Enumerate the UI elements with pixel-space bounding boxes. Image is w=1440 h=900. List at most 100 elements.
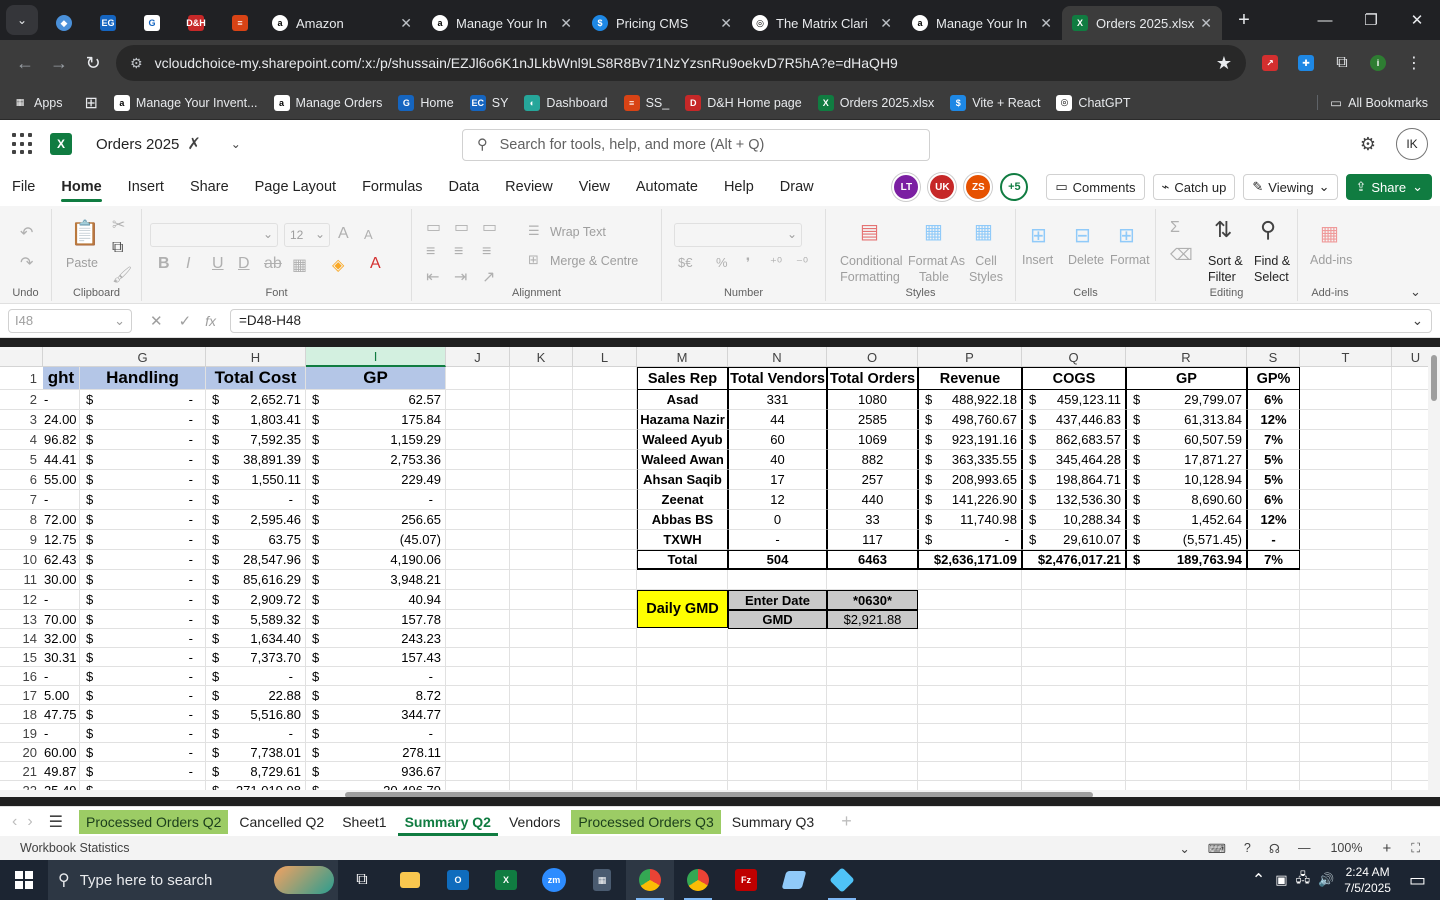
sensitivity-icon[interactable]: ✗ bbox=[187, 134, 200, 154]
ribbon-tab-view[interactable]: View bbox=[579, 168, 610, 206]
ribbon-tab-draw[interactable]: Draw bbox=[780, 168, 814, 206]
empty-cell[interactable] bbox=[446, 367, 510, 390]
currency-icon[interactable]: $€ bbox=[678, 255, 692, 270]
all-sheets-icon[interactable]: ☰ bbox=[49, 812, 63, 832]
table-cell[interactable]: -$ bbox=[80, 530, 206, 550]
empty-cell[interactable] bbox=[573, 570, 637, 590]
format-as-table-icon[interactable]: ▦ bbox=[924, 219, 943, 244]
empty-cell[interactable] bbox=[446, 610, 510, 629]
empty-cell[interactable] bbox=[510, 470, 573, 490]
omnibox[interactable]: ⚙ vcloudchoice-my.sharepoint.com/:x:/p/s… bbox=[116, 45, 1246, 81]
empty-cell[interactable] bbox=[1247, 570, 1300, 590]
summary-cell[interactable]: 7% bbox=[1247, 430, 1300, 450]
empty-cell[interactable] bbox=[573, 686, 637, 705]
next-sheet-icon[interactable]: › bbox=[27, 813, 32, 831]
table-cell[interactable]: -$ bbox=[306, 667, 446, 686]
new-tab-button[interactable]: + bbox=[1228, 5, 1260, 35]
feedback-icon[interactable]: ☊ bbox=[1269, 841, 1280, 856]
empty-cell[interactable] bbox=[918, 590, 1022, 610]
column-header[interactable]: M bbox=[637, 347, 728, 367]
borders-icon[interactable]: ▦ bbox=[292, 255, 307, 275]
empty-cell[interactable] bbox=[573, 705, 637, 724]
empty-cell[interactable] bbox=[728, 743, 827, 762]
format-cells-button[interactable]: Format bbox=[1110, 253, 1150, 267]
font-family-select[interactable]: ⌄ bbox=[150, 223, 278, 247]
summary-cell[interactable]: Asad bbox=[637, 390, 728, 410]
summary-cell[interactable]: 40 bbox=[728, 450, 827, 470]
summary-total-cell[interactable]: 6463 bbox=[827, 550, 918, 570]
empty-cell[interactable] bbox=[827, 686, 918, 705]
empty-cell[interactable] bbox=[1300, 667, 1392, 686]
empty-cell[interactable] bbox=[1126, 686, 1247, 705]
empty-cell[interactable] bbox=[573, 390, 637, 410]
empty-cell[interactable] bbox=[728, 667, 827, 686]
table-cell[interactable]: 8,729.61 $ bbox=[206, 762, 306, 781]
empty-cell[interactable] bbox=[446, 430, 510, 450]
table-cell[interactable]: 1,634.40 $ bbox=[206, 629, 306, 648]
empty-cell[interactable] bbox=[637, 667, 728, 686]
empty-cell[interactable] bbox=[573, 648, 637, 667]
pinned-tab[interactable]: D&H bbox=[174, 6, 218, 40]
table-cell[interactable]: (45.07) $ bbox=[306, 530, 446, 550]
empty-cell[interactable] bbox=[510, 450, 573, 470]
bookmark-item[interactable]: ◎ ChatGPT bbox=[1056, 94, 1131, 111]
site-info-icon[interactable]: ⚙ bbox=[130, 55, 143, 72]
empty-cell[interactable] bbox=[827, 667, 918, 686]
summary-cell[interactable]: - bbox=[728, 530, 827, 550]
column-header[interactable]: N bbox=[728, 347, 827, 367]
empty-cell[interactable] bbox=[1022, 648, 1126, 667]
close-tab-icon[interactable]: ✕ bbox=[720, 15, 732, 32]
summary-cell[interactable]: 1080 bbox=[827, 390, 918, 410]
browser-tab[interactable]: X Orders 2025.xlsx ✕ bbox=[1062, 6, 1222, 40]
table-cell[interactable]: 157.78 $ bbox=[306, 610, 446, 629]
empty-cell[interactable] bbox=[1022, 629, 1126, 648]
table-cell[interactable]: 256.65 $ bbox=[306, 510, 446, 530]
row-header[interactable]: 17 bbox=[0, 686, 43, 705]
row-header[interactable]: 15 bbox=[0, 648, 43, 667]
name-box[interactable]: I48 ⌄ bbox=[8, 308, 132, 333]
empty-cell[interactable] bbox=[1022, 762, 1126, 781]
empty-cell[interactable] bbox=[446, 570, 510, 590]
table-cell[interactable]: 55.00 bbox=[43, 470, 80, 490]
filezilla-app[interactable]: Fz bbox=[722, 860, 770, 900]
bookmark-item[interactable]: ▦ Apps ⊞ bbox=[12, 93, 98, 113]
notes-app[interactable] bbox=[770, 860, 818, 900]
bookmark-item[interactable]: X Orders 2025.xlsx bbox=[817, 94, 934, 111]
copy-icon[interactable]: ⧉ bbox=[112, 239, 123, 257]
empty-cell[interactable] bbox=[510, 410, 573, 430]
empty-cell[interactable] bbox=[637, 648, 728, 667]
table-cell[interactable]: 60.00 bbox=[43, 743, 80, 762]
summary-total-cell[interactable]: Total bbox=[637, 550, 728, 570]
summary-header[interactable]: GP% bbox=[1247, 367, 1300, 390]
empty-cell[interactable] bbox=[573, 530, 637, 550]
decrease-font-icon[interactable]: A bbox=[364, 227, 373, 242]
table-cell[interactable]: 1,159.29 $ bbox=[306, 430, 446, 450]
close-window-button[interactable]: ✕ bbox=[1394, 0, 1440, 40]
align-right-icon[interactable]: ≡ bbox=[482, 243, 491, 261]
summary-cell[interactable]: 12% bbox=[1247, 510, 1300, 530]
horizontal-scrollbar[interactable] bbox=[0, 790, 1428, 797]
empty-cell[interactable] bbox=[573, 629, 637, 648]
empty-cell[interactable] bbox=[446, 410, 510, 430]
empty-cell[interactable] bbox=[446, 705, 510, 724]
empty-cell[interactable] bbox=[918, 648, 1022, 667]
empty-cell[interactable] bbox=[446, 762, 510, 781]
double-underline-icon[interactable]: D bbox=[238, 255, 250, 273]
merge-centre-button[interactable]: Merge & Centre bbox=[550, 254, 638, 268]
empty-cell[interactable] bbox=[573, 410, 637, 430]
empty-cell[interactable] bbox=[573, 610, 637, 629]
empty-cell[interactable] bbox=[1126, 590, 1247, 610]
sheet-tab[interactable]: Sheet1 bbox=[335, 810, 393, 834]
table-cell[interactable]: - bbox=[43, 490, 80, 510]
column-title[interactable]: GP bbox=[306, 367, 446, 390]
font-size-select[interactable]: 12 ⌄ bbox=[284, 223, 330, 247]
empty-cell[interactable] bbox=[446, 590, 510, 610]
table-cell[interactable]: 70.00 bbox=[43, 610, 80, 629]
collaborator-avatar[interactable]: UK bbox=[928, 173, 957, 201]
summary-cell[interactable]: 198,864.71 $ bbox=[1022, 470, 1126, 490]
summary-cell[interactable]: 1,452.64 $ bbox=[1126, 510, 1247, 530]
clear-icon[interactable]: ⌫ bbox=[1170, 245, 1193, 265]
empty-cell[interactable] bbox=[573, 667, 637, 686]
horizontal-scroll-thumb[interactable] bbox=[345, 792, 1093, 797]
summary-cell[interactable]: 60 bbox=[728, 430, 827, 450]
